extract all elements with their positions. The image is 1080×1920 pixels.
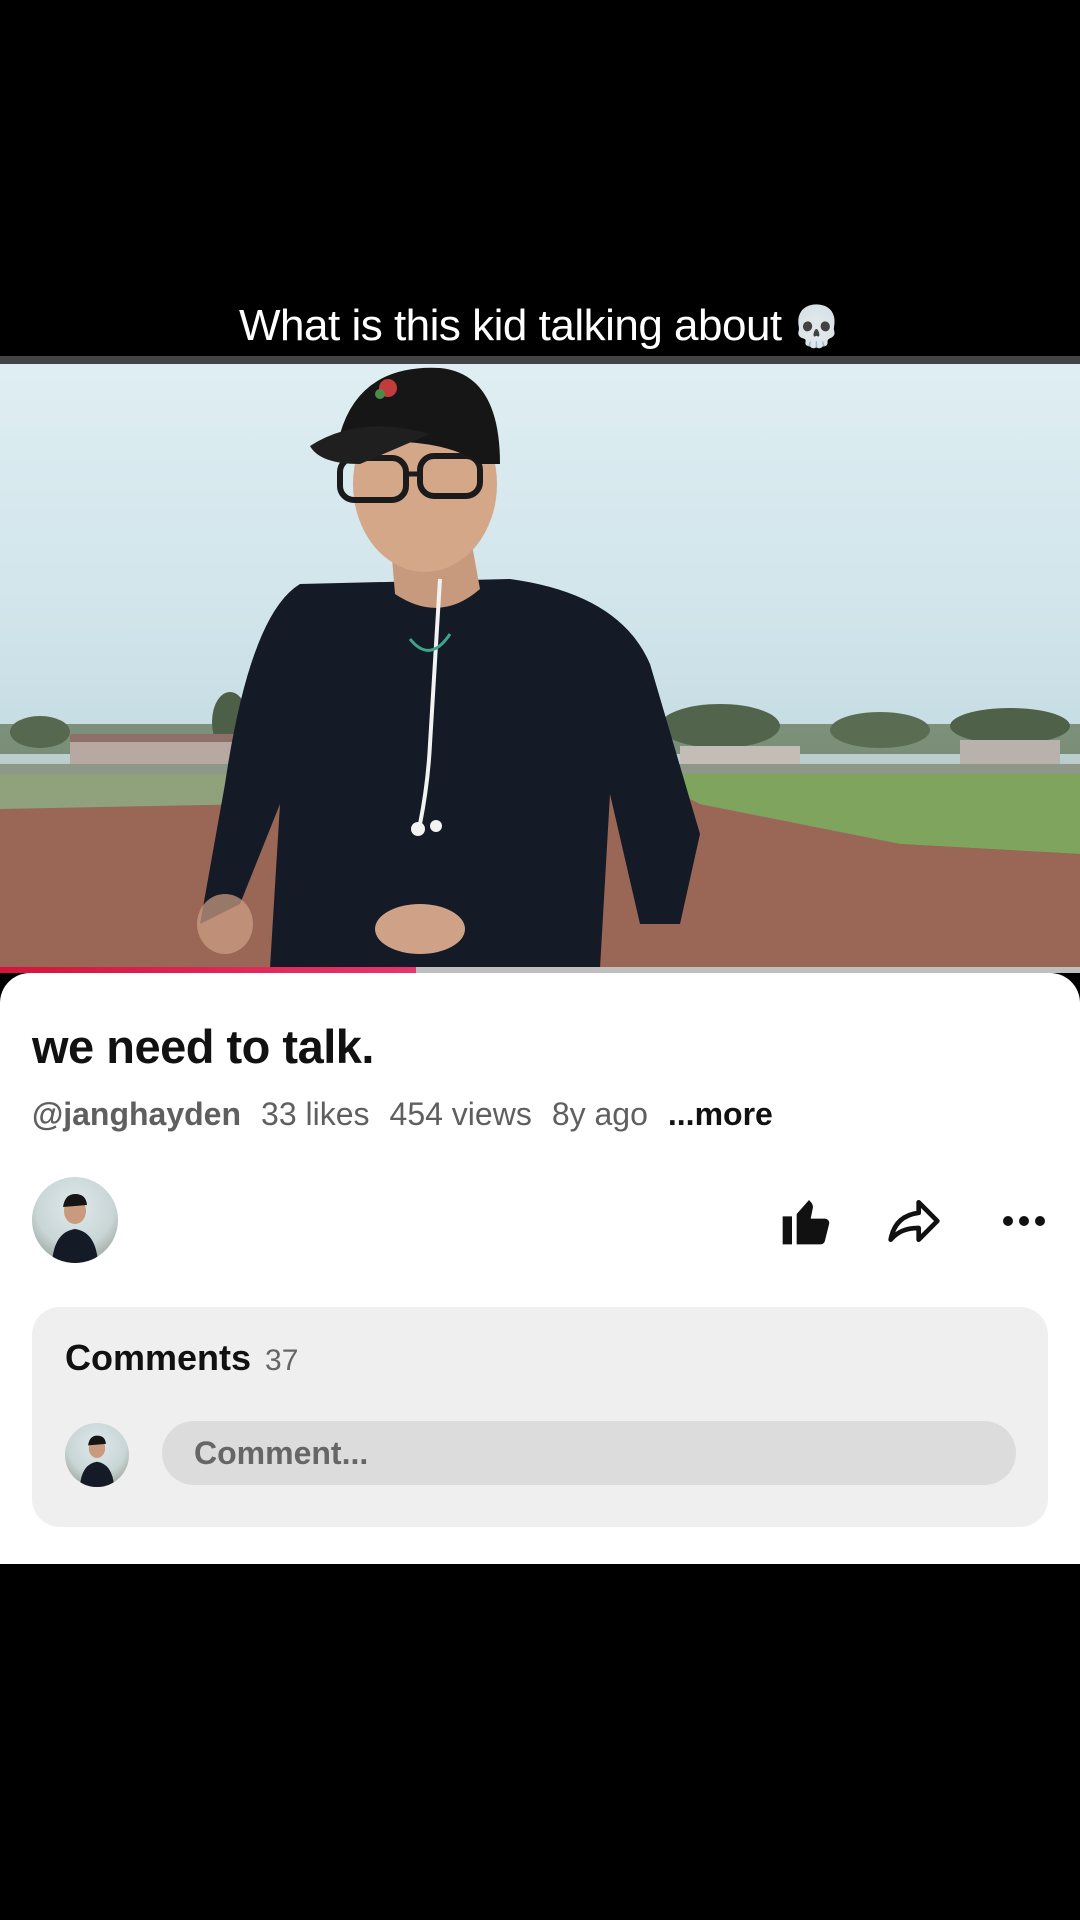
video-meta-row: @janghayden 33 likes 454 views 8y ago ..… bbox=[32, 1096, 773, 1133]
video-caption: What is this kid talking about 💀 bbox=[0, 296, 1080, 356]
avatar-person-illustration bbox=[79, 1435, 115, 1487]
video-frame-illustration bbox=[0, 367, 1080, 968]
skull-emoji-icon: 💀 bbox=[791, 303, 842, 350]
comment-input[interactable] bbox=[162, 1421, 1016, 1485]
more-horizontal-icon bbox=[1003, 1216, 1045, 1226]
caption-divider bbox=[0, 356, 1080, 364]
comments-title: Comments bbox=[65, 1337, 252, 1378]
upload-age: 8y ago bbox=[551, 1096, 648, 1132]
video-player[interactable] bbox=[0, 364, 1080, 968]
thumbs-up-icon bbox=[782, 1200, 830, 1245]
share-arrow-icon bbox=[888, 1200, 940, 1242]
likes-count: 33 likes bbox=[261, 1096, 370, 1132]
more-options-button[interactable] bbox=[994, 1191, 1054, 1251]
views-count: 454 views bbox=[389, 1096, 532, 1132]
video-title: we need to talk. bbox=[32, 1020, 374, 1073]
more-description-link[interactable]: ...more bbox=[668, 1096, 773, 1133]
comments-panel[interactable]: Comments 37 bbox=[32, 1307, 1048, 1527]
caption-text: What is this kid talking about bbox=[239, 301, 782, 350]
avatar-person-illustration bbox=[52, 1194, 98, 1263]
share-button[interactable] bbox=[884, 1191, 944, 1251]
channel-handle-link[interactable]: @janghayden bbox=[32, 1096, 241, 1133]
video-info-sheet: we need to talk. @janghayden 33 likes 45… bbox=[0, 973, 1080, 1564]
like-button[interactable] bbox=[776, 1191, 836, 1251]
comments-header: Comments 37 bbox=[65, 1337, 298, 1379]
channel-avatar[interactable] bbox=[32, 1177, 118, 1263]
user-avatar bbox=[65, 1423, 129, 1487]
comments-count: 37 bbox=[265, 1344, 299, 1377]
